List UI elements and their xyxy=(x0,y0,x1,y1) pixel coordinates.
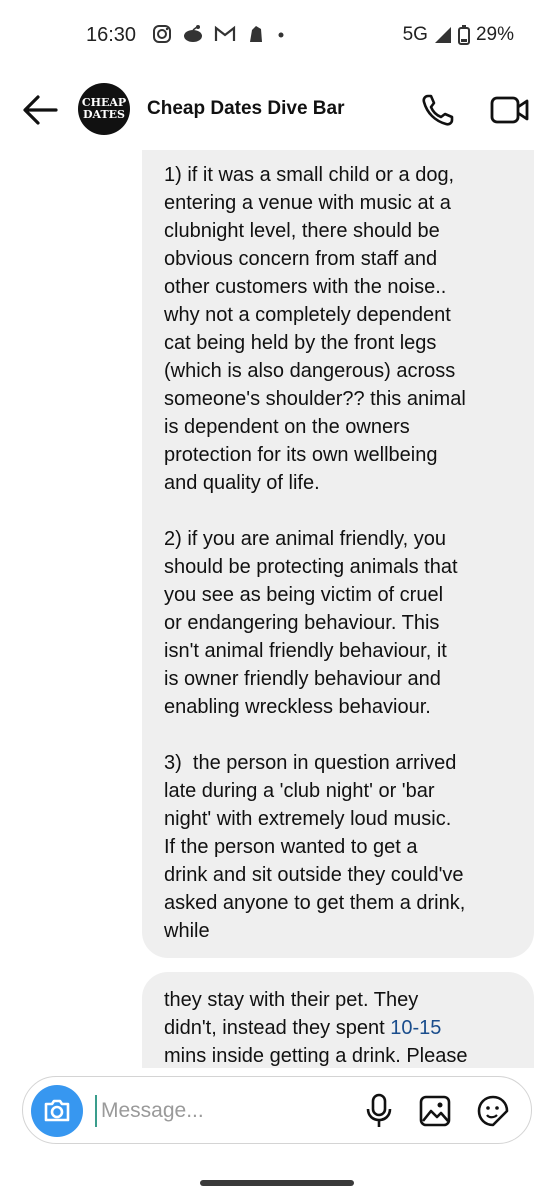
status-bar: 16:30 5G 29% xyxy=(0,0,554,72)
battery-label: 29% xyxy=(475,24,514,45)
signal-icon xyxy=(434,27,451,43)
microphone-icon[interactable] xyxy=(365,1093,393,1129)
message-composer xyxy=(22,1076,532,1144)
camera-icon xyxy=(44,1099,70,1122)
message-thread[interactable]: 1) if it was a small child or a dog, ent… xyxy=(0,150,554,1068)
back-arrow-icon[interactable] xyxy=(20,92,60,128)
instagram-icon xyxy=(153,25,171,43)
premier-league-icon xyxy=(250,26,262,42)
video-call-icon[interactable] xyxy=(490,94,530,126)
home-indicator[interactable] xyxy=(200,1180,354,1186)
chat-header: CHEAP DATES Cheap Dates Dive Bar xyxy=(0,72,554,150)
network-label: 5G xyxy=(402,24,428,45)
dot-icon xyxy=(278,32,284,38)
status-right: 5G 29% xyxy=(403,24,514,46)
camera-button[interactable] xyxy=(31,1085,83,1137)
chat-title[interactable]: Cheap Dates Dive Bar xyxy=(147,98,344,120)
avatar[interactable]: CHEAP DATES xyxy=(78,83,130,135)
notification-icons xyxy=(152,24,286,44)
avatar-text-bottom: DATES xyxy=(83,108,125,121)
message-text: they stay with their pet. They didn't, i… xyxy=(164,989,419,1039)
gallery-icon[interactable] xyxy=(419,1095,451,1127)
message-bubble[interactable]: 1) if it was a small child or a dog, ent… xyxy=(142,150,534,958)
phone-icon[interactable] xyxy=(420,92,456,128)
battery-icon xyxy=(457,25,470,45)
reddit-icon xyxy=(184,25,202,42)
message-bubble[interactable]: they stay with their pet. They didn't, i… xyxy=(142,972,534,1068)
message-input[interactable] xyxy=(95,1095,353,1127)
message-text: mins inside getting a drink. Please xyxy=(164,1045,468,1067)
gmail-icon xyxy=(214,25,236,41)
detected-link[interactable]: 10-15 xyxy=(390,1017,441,1039)
sticker-icon[interactable] xyxy=(477,1095,509,1127)
status-time: 16:30 xyxy=(86,24,137,46)
